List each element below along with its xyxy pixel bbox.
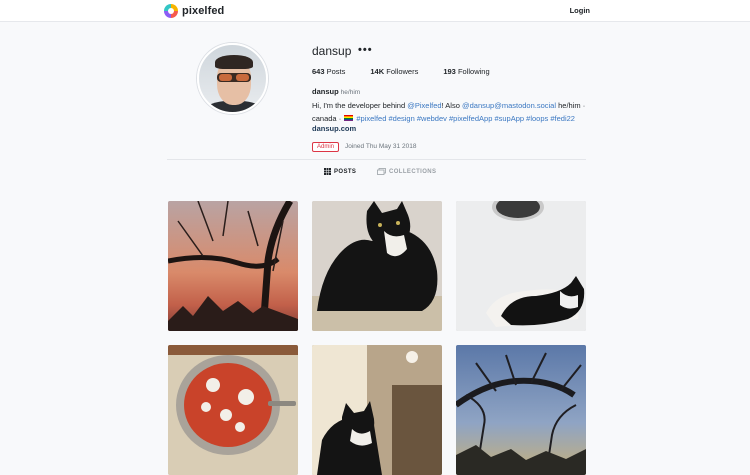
posts-stat: 643 Posts — [312, 67, 345, 76]
followers-stat[interactable]: 14K Followers — [370, 67, 418, 76]
display-name: dansup — [312, 87, 339, 96]
post-image — [312, 201, 442, 331]
top-navbar: pixelfed Login — [0, 0, 750, 22]
brand-name: pixelfed — [182, 5, 225, 17]
followers-count: 14K — [370, 67, 385, 76]
tab-posts[interactable]: POSTS — [324, 168, 356, 175]
pride-flag-icon — [344, 115, 354, 121]
following-stat[interactable]: 193 Following — [443, 67, 489, 76]
post-image — [312, 345, 442, 475]
joined-date: Joined Thu May 31 2018 — [345, 143, 417, 150]
post-thumbnail[interactable] — [312, 201, 442, 331]
post-image — [456, 345, 586, 475]
bio-text: ! Also — [441, 101, 462, 110]
admin-badge: Admin — [312, 142, 340, 152]
profile-divider — [167, 159, 586, 160]
more-options-icon[interactable]: ••• — [358, 44, 373, 56]
post-thumbnail[interactable] — [456, 345, 586, 475]
tab-collections[interactable]: COLLECTIONS — [377, 168, 436, 175]
posts-label: Posts — [326, 67, 346, 76]
pixelfed-logo-icon — [164, 4, 178, 18]
hashtag-link[interactable]: #loops — [526, 114, 548, 123]
display-name-line: dansup he/him — [312, 87, 360, 96]
login-link[interactable]: Login — [570, 6, 590, 15]
following-label: Following — [457, 67, 490, 76]
grid-icon — [324, 168, 331, 175]
mention-link[interactable]: @Pixelfed — [407, 101, 441, 110]
hashtag-link[interactable]: #webdev — [417, 114, 447, 123]
hashtag-link[interactable]: #design — [389, 114, 415, 123]
tab-collections-label: COLLECTIONS — [389, 168, 437, 175]
bio-text: Hi, I'm the developer behind — [312, 101, 408, 110]
post-thumbnail[interactable] — [312, 345, 442, 475]
tab-posts-label: POSTS — [334, 168, 357, 175]
collections-icon — [377, 168, 386, 175]
hashtag-link[interactable]: #pixelfedApp — [449, 114, 492, 123]
following-count: 193 — [443, 67, 456, 76]
hashtag-link[interactable]: #fedi22 — [550, 114, 575, 123]
post-thumbnail[interactable] — [456, 201, 586, 331]
post-thumbnail[interactable] — [168, 201, 298, 331]
avatar — [197, 43, 268, 114]
hashtag-link[interactable]: #pixelfed — [356, 114, 386, 123]
pronouns: he/him — [340, 89, 361, 96]
post-image — [168, 345, 298, 475]
brand-link[interactable]: pixelfed — [164, 3, 224, 19]
hashtag-link[interactable]: #supApp — [494, 114, 524, 123]
profile-stats: 643 Posts 14K Followers 193 Following — [312, 67, 515, 76]
profile-bio: Hi, I'm the developer behind @Pixelfed! … — [312, 99, 592, 125]
posts-count: 643 — [312, 67, 325, 76]
profile-username: dansup — [312, 44, 352, 58]
mention-link[interactable]: @dansup@mastodon.social — [462, 101, 556, 110]
followers-label: Followers — [386, 67, 419, 76]
post-image — [456, 201, 586, 331]
website-link[interactable]: dansup.com — [312, 124, 356, 133]
post-image — [168, 201, 298, 331]
post-thumbnail[interactable] — [168, 345, 298, 475]
